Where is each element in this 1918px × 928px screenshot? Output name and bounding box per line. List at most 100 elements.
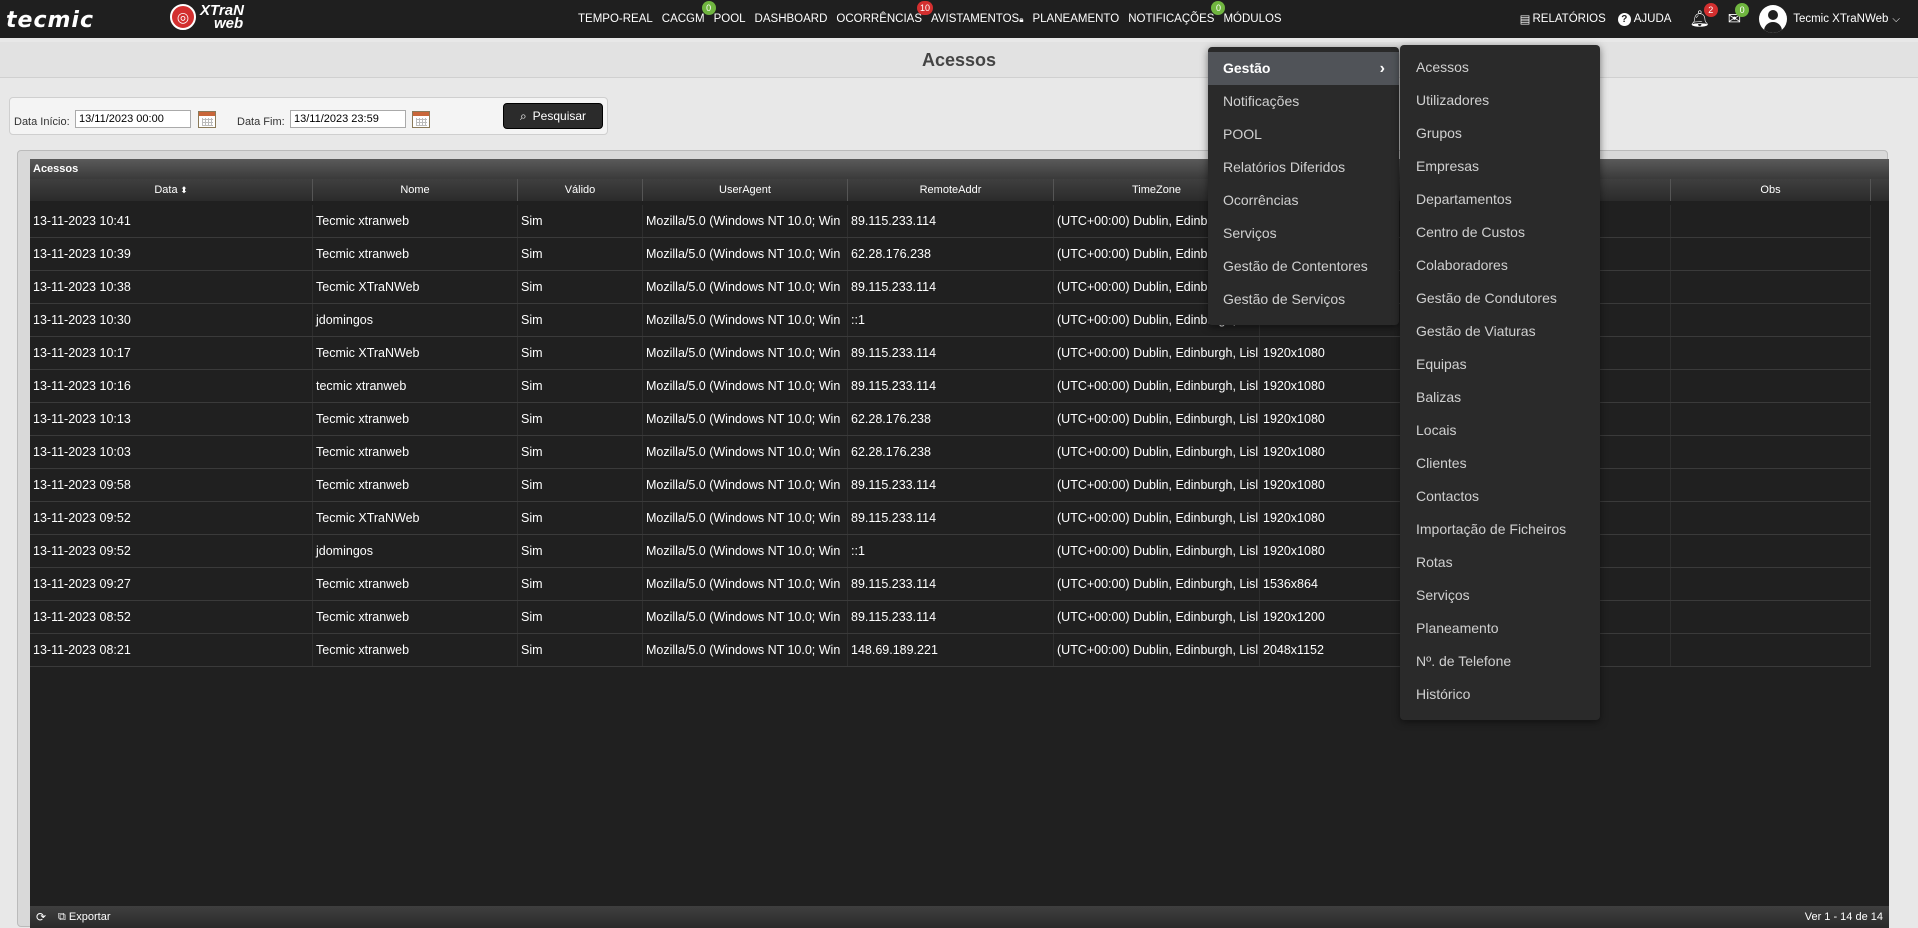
menu-item-gestao-de-servicos[interactable]: Gestão de Serviços [1208,283,1399,316]
table-cell: Sim [518,436,643,468]
nav-item-avistamentos[interactable]: AVISTAMENTOS🔒︎ [931,13,1023,25]
submenu-item-centro-de-custos[interactable]: Centro de Custos [1400,216,1600,249]
table-cell: Mozilla/5.0 (Windows NT 10.0; Win [643,634,848,666]
nav-item-cacgm[interactable]: CACGM 0 [662,1,716,25]
submenu-item-locais[interactable]: Locais [1400,414,1600,447]
table-cell: Mozilla/5.0 (Windows NT 10.0; Win [643,535,848,567]
submenu-item-clientes[interactable]: Clientes [1400,447,1600,480]
nav-item-m-dulos[interactable]: MÓDULOS [1223,13,1281,25]
table-cell: 13-11-2023 09:58 [30,469,313,501]
submenu-item-gestao-de-viaturas[interactable]: Gestão de Viaturas [1400,315,1600,348]
submenu-item-grupos[interactable]: Grupos [1400,117,1600,150]
start-date-input[interactable] [75,110,191,128]
column-header[interactable]: Válido [518,179,643,201]
submenu-item-utilizadores[interactable]: Utilizadores [1400,84,1600,117]
nav-item-pool[interactable]: POOL [714,13,746,25]
menu-item-relatorios-diferidos[interactable]: Relatórios Diferidos [1208,151,1399,184]
table-cell: Mozilla/5.0 (Windows NT 10.0; Win [643,238,848,270]
export-button[interactable]: ⧉ Exportar [58,906,111,928]
filter-panel: Data Início: Data Fim: ⌕ Pesquisar [9,97,608,135]
table-cell [1671,271,1871,303]
menu-item-servicos[interactable]: Serviços [1208,217,1399,250]
table-cell: Tecmic xtranweb [313,436,518,468]
table-cell [1671,370,1871,402]
table-cell: (UTC+00:00) Dublin, Edinburgh, Lisl [1054,502,1260,534]
menu-item-pool[interactable]: POOL [1208,118,1399,151]
modules-menu: Gestão › Notificações POOL Relatórios Diferi… [1208,47,1399,325]
submenu-item-historico[interactable]: Histórico [1400,678,1600,711]
submenu-item-equipas[interactable]: Equipas [1400,348,1600,381]
submenu-item-servicos[interactable]: Serviços [1400,579,1600,612]
submenu-item-rotas[interactable]: Rotas [1400,546,1600,579]
bell-badge: 2 [1703,3,1718,17]
table-cell: Sim [518,337,643,369]
submenu-item-gestao-de-condutores[interactable]: Gestão de Condutores [1400,282,1600,315]
column-header-label: Obs [1760,184,1781,196]
nav-right: ▤ RELATÓRIOS ? AJUDA 🔔︎ 2 ✉ 0 Tecmic XTr… [1508,0,1900,38]
nav-item-ocorr-ncias[interactable]: OCORRÊNCIAS 10 [836,1,934,25]
column-header[interactable]: Data ⬍ [30,179,313,201]
submenu-item-acessos[interactable]: Acessos [1400,51,1600,84]
xtranweb-logo[interactable]: ◎ XTraN web [170,2,244,32]
menu-item-gestao-de-contentores[interactable]: Gestão de Contentores [1208,250,1399,283]
search-button[interactable]: ⌕ Pesquisar [503,103,603,129]
submenu-item-contactos[interactable]: Contactos [1400,480,1600,513]
user-menu[interactable]: Tecmic XTraNWeb ⌵ [1759,5,1900,33]
table-cell: 13-11-2023 10:38 [30,271,313,303]
table-cell: Mozilla/5.0 (Windows NT 10.0; Win [643,271,848,303]
notifications-button[interactable]: 🔔︎ 2 [1689,3,1718,29]
table-cell: Sim [518,238,643,270]
menu-item-notificacoes[interactable]: Notificações [1208,85,1399,118]
nav-item-dashboard[interactable]: DASHBOARD [755,13,828,25]
table-cell: 62.28.176.238 [848,403,1054,435]
column-header[interactable]: UserAgent [643,179,848,201]
table-cell: Mozilla/5.0 (Windows NT 10.0; Win [643,601,848,633]
table-cell: 89.115.233.114 [848,337,1054,369]
submenu-item-importacao-de-ficheiros[interactable]: Importação de Ficheiros [1400,513,1600,546]
xtranweb-wordmark: XTraN web [200,2,244,32]
table-cell [1671,304,1871,336]
end-date-input[interactable] [290,110,406,128]
table-cell: Mozilla/5.0 (Windows NT 10.0; Win [643,568,848,600]
nav-item-planeamento[interactable]: PLANEAMENTO [1032,13,1119,25]
table-cell: 89.115.233.114 [848,469,1054,501]
nav-item-notifica-es[interactable]: NOTIFICAÇÕES 0 [1128,1,1226,25]
refresh-icon[interactable]: ⟳ [36,906,46,928]
end-calendar-icon[interactable] [412,111,430,128]
table-cell: 13-11-2023 10:16 [30,370,313,402]
nav-item-tempo-real[interactable]: TEMPO-REAL [578,13,653,25]
table-cell: (UTC+00:00) Dublin, Edinburgh, Lisl [1054,601,1260,633]
reports-link[interactable]: ▤ RELATÓRIOS [1520,12,1606,26]
submenu-item-n-de-telefone[interactable]: Nº. de Telefone [1400,645,1600,678]
menu-item-label: Gestão de Serviços [1223,291,1346,307]
table-cell: Sim [518,205,643,237]
submenu-item-planeamento[interactable]: Planeamento [1400,612,1600,645]
end-date-label: Data Fim: [237,116,285,128]
table-cell: 148.69.189.221 [848,634,1054,666]
column-header-label: Data [154,184,178,196]
start-calendar-icon[interactable] [198,111,216,128]
menu-item-ocorrencias[interactable]: Ocorrências [1208,184,1399,217]
submenu-item-colaboradores[interactable]: Colaboradores [1400,249,1600,282]
submenu-item-empresas[interactable]: Empresas [1400,150,1600,183]
column-header[interactable]: RemoteAddr [848,179,1054,201]
user-name: Tecmic XTraNWeb [1793,13,1889,25]
table-cell [1671,403,1871,435]
table-cell: Tecmic xtranweb [313,205,518,237]
table-cell: Sim [518,370,643,402]
messages-button[interactable]: ✉ 0 [1728,3,1750,29]
column-header[interactable]: Obs [1671,179,1871,201]
help-link[interactable]: ? AJUDA [1617,12,1671,26]
main-nav: TEMPO-REAL CACGM 0 POOL DASHBOARD OCORRÊNCIAS… [578,0,1291,38]
tecmic-logo[interactable]: tecmic [6,8,94,33]
table-cell: 89.115.233.114 [848,601,1054,633]
table-cell [1671,601,1871,633]
mail-badge: 0 [1735,3,1750,17]
column-header[interactable]: Nome [313,179,518,201]
submenu-item-balizas[interactable]: Balizas [1400,381,1600,414]
table-cell: (UTC+00:00) Dublin, Edinburgh, Lisl [1054,370,1260,402]
table-cell: Tecmic xtranweb [313,601,518,633]
submenu-item-departamentos[interactable]: Departamentos [1400,183,1600,216]
menu-item-gestao[interactable]: Gestão › [1208,52,1399,85]
table-cell [1671,337,1871,369]
